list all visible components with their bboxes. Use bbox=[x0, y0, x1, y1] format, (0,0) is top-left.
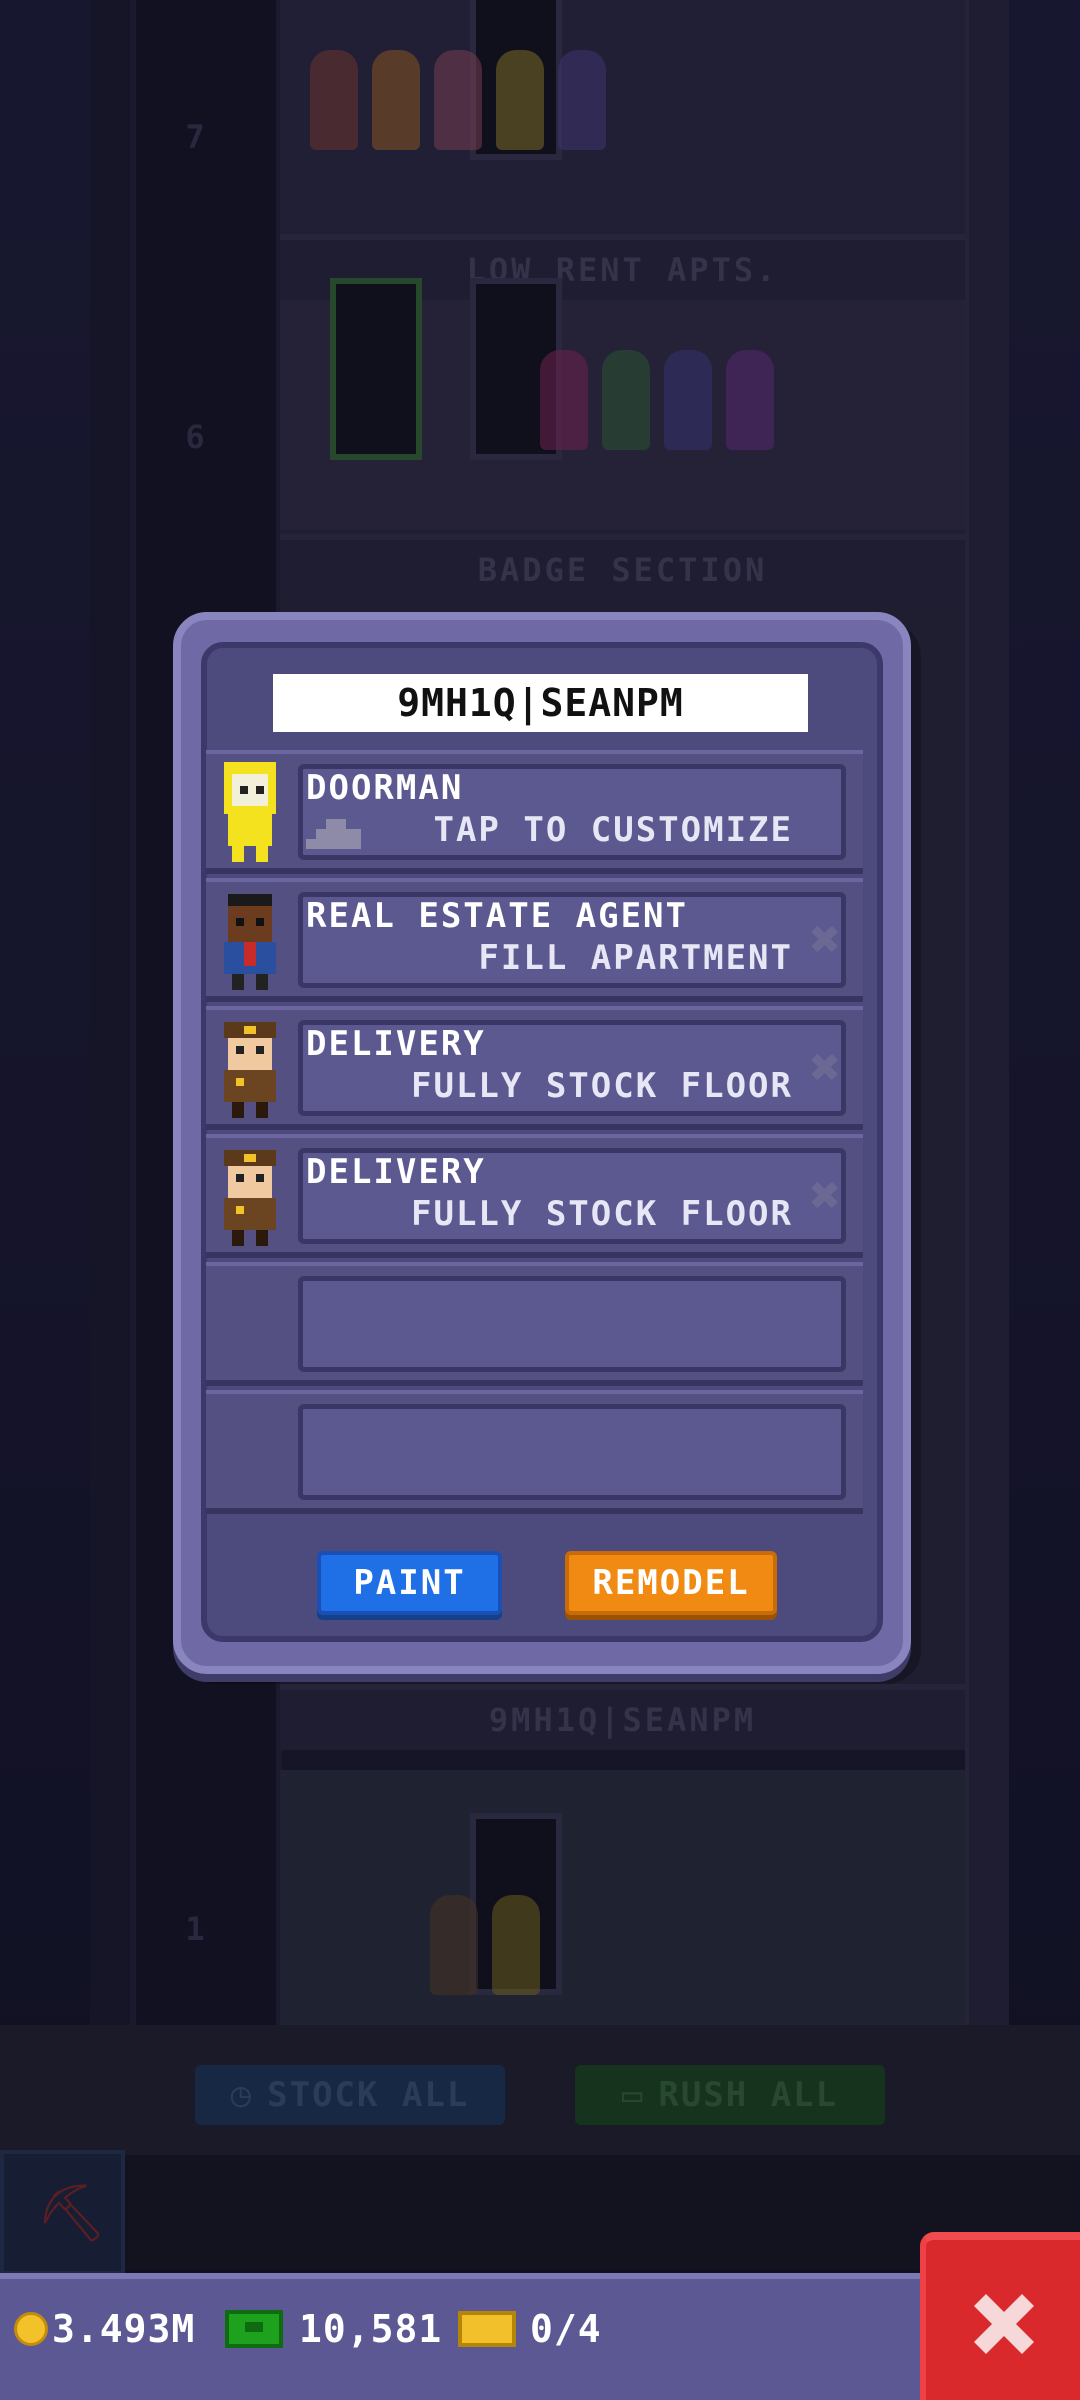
tickets-value: 0/4 bbox=[530, 2307, 602, 2351]
remodel-button[interactable]: REMODEL bbox=[565, 1551, 777, 1615]
staff-slot-agent[interactable]: REAL ESTATE AGENT FILL APARTMENT ✖ bbox=[206, 878, 863, 1002]
bux-stat[interactable]: 10,581 bbox=[225, 2307, 442, 2351]
staff-title: DELIVERY bbox=[306, 1024, 486, 1064]
doorman-avatar bbox=[224, 762, 276, 862]
delivery-avatar bbox=[224, 1150, 276, 1246]
staff-title: DELIVERY bbox=[306, 1152, 486, 1192]
delivery-avatar bbox=[224, 1022, 276, 1118]
agent-avatar bbox=[224, 894, 276, 990]
staff-action: FULLY STOCK FLOOR bbox=[411, 1194, 793, 1234]
remove-staff-icon[interactable]: ✖ bbox=[810, 1042, 841, 1094]
ticket-icon bbox=[458, 2311, 516, 2347]
floor-name-text: 9MH1Q|SEANPM bbox=[397, 681, 684, 725]
bux-value: 10,581 bbox=[299, 2307, 443, 2351]
bux-icon bbox=[225, 2310, 283, 2348]
remodel-label: REMODEL bbox=[592, 1563, 750, 1603]
cloud-icon bbox=[306, 819, 361, 849]
staff-slot-doorman[interactable]: DOORMAN TAP TO CUSTOMIZE bbox=[206, 750, 863, 874]
tickets-stat[interactable]: 0/4 bbox=[458, 2307, 602, 2351]
staff-slot-box bbox=[298, 1276, 846, 1372]
staff-slot-box bbox=[298, 1404, 846, 1500]
staff-title: REAL ESTATE AGENT bbox=[306, 896, 688, 936]
staff-slot-empty[interactable] bbox=[206, 1390, 863, 1514]
staff-slot-delivery[interactable]: DELIVERY FULLY STOCK FLOOR ✖ bbox=[206, 1134, 863, 1258]
staff-action: FILL APARTMENT bbox=[478, 938, 793, 978]
coin-icon bbox=[14, 2312, 48, 2346]
floor-name-field[interactable]: 9MH1Q|SEANPM bbox=[273, 674, 808, 732]
coins-stat: 3.493M bbox=[14, 2307, 195, 2351]
staff-action: FULLY STOCK FLOOR bbox=[411, 1066, 793, 1106]
game-screen: LOW RENT APTS. 7 BADGE SECTION 6 9MH1Q|S… bbox=[0, 0, 1080, 2400]
coins-value: 3.493M bbox=[52, 2307, 196, 2351]
remove-staff-icon[interactable]: ✖ bbox=[810, 914, 841, 966]
close-button[interactable] bbox=[920, 2232, 1080, 2400]
staff-title: DOORMAN bbox=[306, 768, 464, 808]
staff-slot-delivery[interactable]: DELIVERY FULLY STOCK FLOOR ✖ bbox=[206, 1006, 863, 1130]
remove-staff-icon[interactable]: ✖ bbox=[810, 1170, 841, 1222]
staff-action: TAP TO CUSTOMIZE bbox=[433, 810, 793, 850]
close-icon bbox=[974, 2294, 1034, 2354]
currency-bar: 3.493M 10,581 0/4 bbox=[0, 2273, 925, 2400]
staff-slot-empty[interactable] bbox=[206, 1262, 863, 1386]
paint-label: PAINT bbox=[353, 1563, 466, 1603]
paint-button[interactable]: PAINT bbox=[317, 1551, 502, 1615]
